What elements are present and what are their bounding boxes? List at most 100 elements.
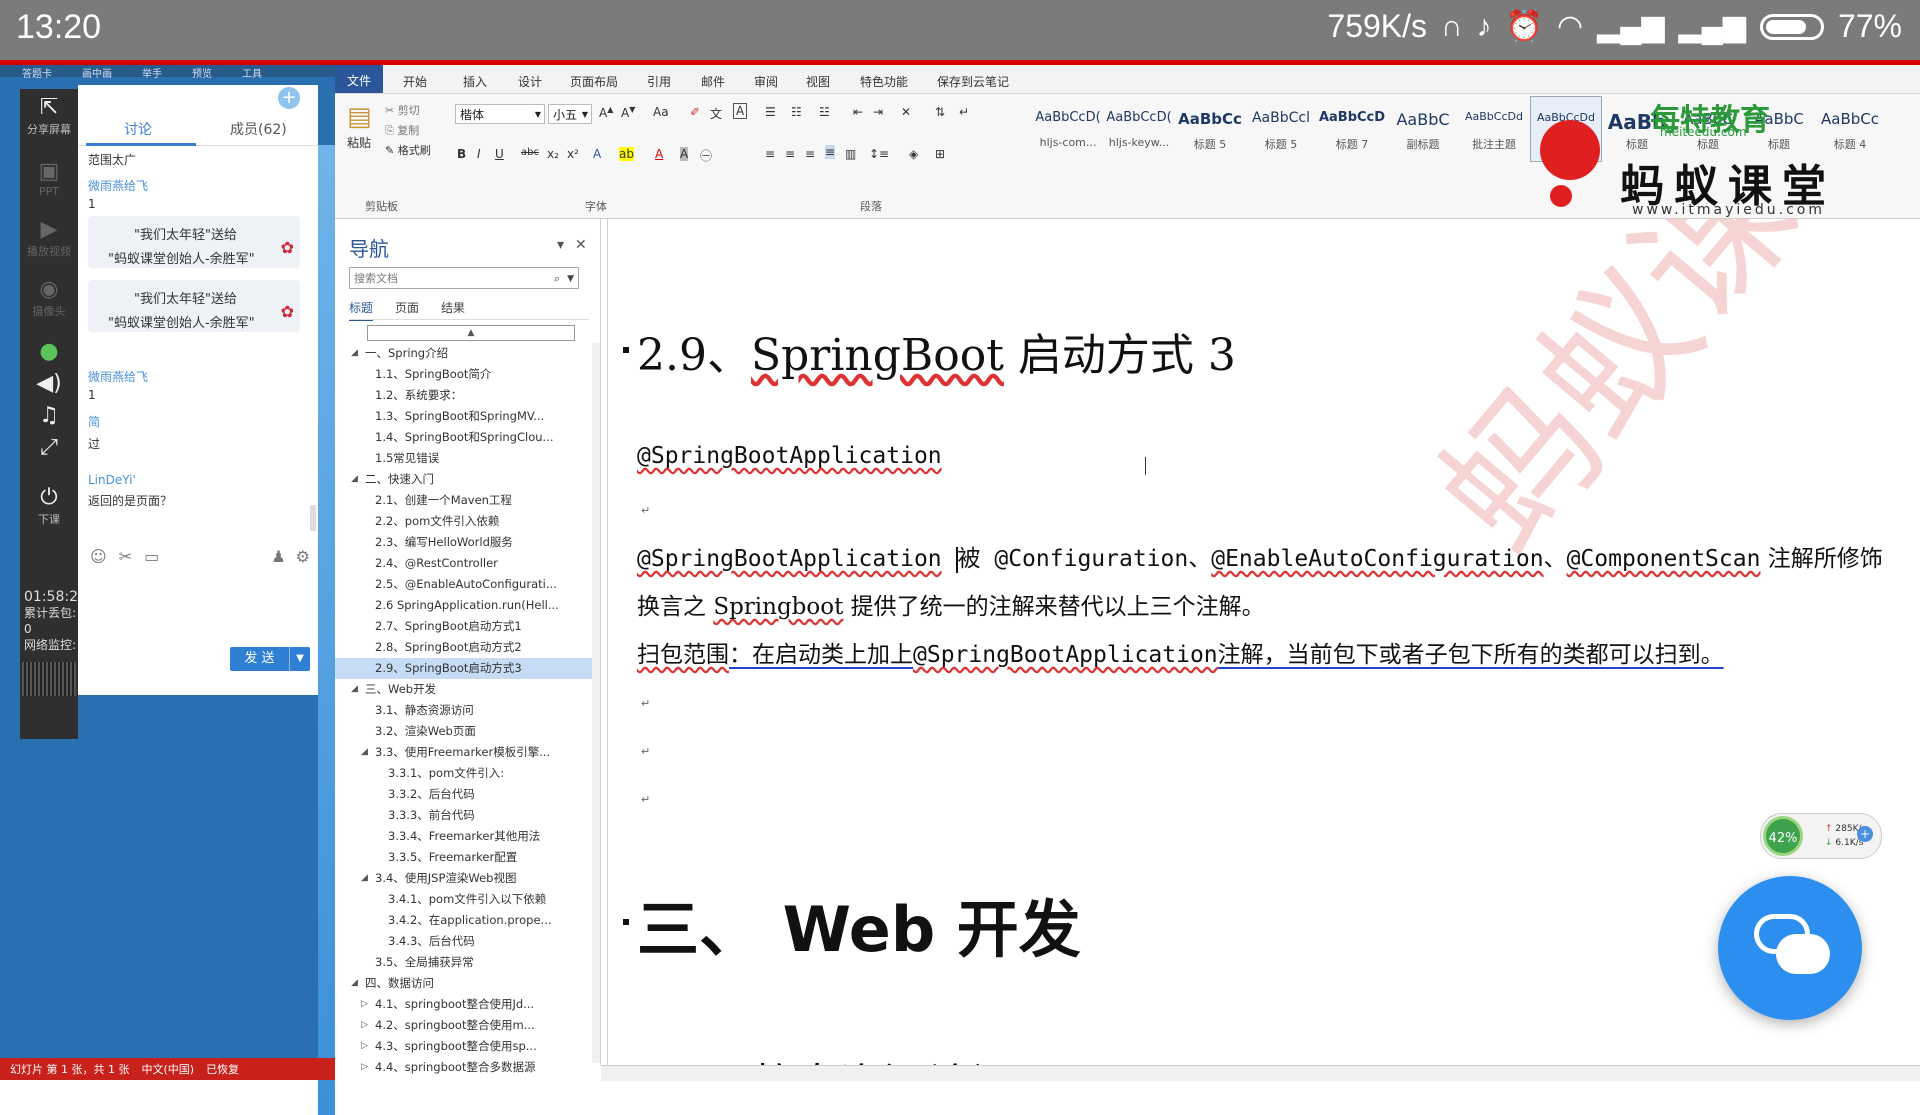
style-item[interactable]: AaBbCcD(hljs-keyw...	[1104, 96, 1175, 160]
tab-review[interactable]: 审阅	[754, 73, 778, 90]
highlight-icon[interactable]: ab	[619, 147, 634, 161]
align-left-icon[interactable]: ≡	[765, 147, 775, 161]
nav-item[interactable]: 3.1、静态资源访问	[335, 700, 600, 721]
font-size-select[interactable]: 小五 ▼	[548, 104, 592, 124]
collapse-icon[interactable]: ◢	[361, 742, 368, 763]
nav-item[interactable]: 2.7、SpringBoot启动方式1	[335, 616, 600, 637]
tab-design[interactable]: 设计	[518, 73, 542, 90]
chat-scrollbar[interactable]	[310, 505, 316, 531]
strikethrough-button[interactable]: abc	[521, 147, 539, 158]
style-item[interactable]: AaBbCcD(hljs-com...	[1033, 96, 1104, 160]
end-class-button[interactable]: ⏻ 下课	[20, 485, 78, 527]
nav-item[interactable]: 1.1、SpringBoot简介	[335, 364, 600, 385]
collapse-icon[interactable]: ◢	[351, 973, 358, 994]
enclose-char-icon[interactable]: ㊀	[700, 147, 712, 164]
tab-features[interactable]: 特色功能	[860, 73, 908, 90]
nav-item[interactable]: 3.4.2、在application.prope...	[335, 910, 600, 931]
nav-item[interactable]: 2.4、@RestController	[335, 553, 600, 574]
tab-headings[interactable]: 标题	[349, 299, 374, 321]
nav-scrollbar[interactable]	[592, 343, 600, 1063]
style-item[interactable]: AaBbCcl 标题 5	[1246, 96, 1317, 160]
collapse-icon[interactable]: ◢	[351, 469, 358, 490]
mic-button[interactable]: ●	[20, 339, 78, 365]
grow-font-icon[interactable]: A▲	[599, 105, 613, 120]
menu-item[interactable]: 画中画	[82, 65, 112, 80]
play-video-button[interactable]: ▶ 播放视频	[20, 217, 78, 259]
nav-item[interactable]: 1.3、SpringBoot和SpringMV...	[335, 406, 600, 427]
bold-button[interactable]: B	[457, 147, 466, 161]
format-painter-button[interactable]: ✎ 格式刷	[385, 142, 431, 158]
distributed-icon[interactable]: ▥	[845, 147, 856, 161]
superscript-button[interactable]: x²	[567, 147, 579, 161]
style-item[interactable]: AaBbCc 标题 5	[1175, 96, 1246, 160]
nav-item[interactable]: 3.4.3、后台代码	[335, 931, 600, 952]
nav-item[interactable]: 3.4.1、pom文件引入以下依赖	[335, 889, 600, 910]
users-icon[interactable]: ♟	[271, 547, 285, 566]
decrease-indent-icon[interactable]: ⇤	[853, 105, 863, 119]
scissors-icon[interactable]: ✂	[119, 547, 132, 566]
nav-item[interactable]: 2.6 SpringApplication.run(Hell...	[335, 595, 600, 616]
copy-button[interactable]: ⎘ 复制	[385, 122, 419, 138]
chinese-layout-icon[interactable]: ✕	[901, 105, 911, 119]
paste-label[interactable]: 粘贴	[347, 134, 371, 151]
send-button[interactable]: 发 送 ▼	[230, 647, 310, 671]
nav-item[interactable]: ▷ 4.1、springboot整合使用Jd...	[335, 994, 600, 1015]
tab-results[interactable]: 结果	[441, 299, 465, 316]
char-border-icon[interactable]: A	[733, 103, 748, 119]
subscript-button[interactable]: x₂	[547, 147, 559, 161]
line-spacing-icon[interactable]: ↕≡	[869, 147, 889, 161]
floating-chat-button[interactable]	[1718, 876, 1862, 1020]
chevron-down-icon[interactable]: ▾	[557, 237, 564, 253]
sort-icon[interactable]: ⇅	[935, 105, 945, 119]
nav-item[interactable]: 2.1、创建一个Maven工程	[335, 490, 600, 511]
style-item[interactable]: AaBbCcD 标题 7	[1317, 96, 1388, 160]
camera-button[interactable]: ◉ 摄像头	[20, 277, 78, 319]
tab-insert[interactable]: 插入	[463, 73, 487, 90]
tab-view[interactable]: 视图	[806, 73, 830, 90]
emoji-icon[interactable]: ☺	[90, 547, 107, 566]
justify-icon[interactable]: ≡	[825, 145, 836, 159]
nav-item[interactable]: 3.3.5、Freemarker配置	[335, 847, 600, 868]
tab-members[interactable]: 成员(62)	[230, 119, 287, 139]
speaker-button[interactable]: ◀)	[20, 371, 78, 397]
phonetic-icon[interactable]: 文	[710, 105, 722, 122]
nav-item[interactable]: ◢ 3.4、使用JSP渲染Web视图	[335, 868, 600, 889]
music-button[interactable]: ♫	[20, 403, 78, 429]
tab-references[interactable]: 引用	[647, 73, 671, 90]
settings-icon[interactable]: ⚙	[296, 547, 310, 566]
ppt-button[interactable]: ▣ PPT	[20, 159, 78, 198]
nav-item[interactable]: 2.5、@EnableAutoConfigurati...	[335, 574, 600, 595]
scroll-up-button[interactable]: ▲	[367, 325, 575, 341]
menu-item[interactable]: 预览	[192, 65, 212, 80]
change-case-icon[interactable]: Aa	[653, 105, 669, 119]
nav-item[interactable]: 1.5常见错误	[335, 448, 600, 469]
tab-cloud-notes[interactable]: 保存到云笔记	[937, 73, 1009, 90]
paste-icon[interactable]: ▤	[347, 102, 372, 132]
tab-mailings[interactable]: 邮件	[701, 73, 725, 90]
borders-icon[interactable]: ⊞	[935, 147, 945, 161]
nav-item[interactable]: ◢ 二、快速入门	[335, 469, 600, 490]
tab-discussion[interactable]: 讨论	[124, 119, 152, 139]
nav-item[interactable]: 1.2、系统要求：	[335, 385, 600, 406]
nav-item[interactable]: 2.3、编写HelloWorld服务	[335, 532, 600, 553]
nav-item[interactable]: 3.3.4、Freemarker其他用法	[335, 826, 600, 847]
cut-button[interactable]: ✂ 剪切	[385, 102, 420, 118]
style-item[interactable]: AaBbCcDd 批注主题	[1459, 96, 1530, 160]
menu-item[interactable]: 工具	[242, 65, 262, 80]
nav-item[interactable]: 2.8、SpringBoot启动方式2	[335, 637, 600, 658]
bullets-icon[interactable]: ☰	[765, 105, 776, 119]
network-speed-widget[interactable]: 42% ↑ 285K/s ↓ 6.1K/s +	[1760, 813, 1882, 859]
plus-icon[interactable]: +	[1857, 826, 1873, 842]
chevron-down-icon[interactable]: ▼	[289, 647, 310, 671]
italic-button[interactable]: I	[477, 147, 481, 161]
nav-item[interactable]: ◢ 3.3、使用Freemarker模板引擎...	[335, 742, 600, 763]
tab-pages[interactable]: 页面	[395, 299, 419, 316]
show-marks-icon[interactable]: ↵	[959, 105, 969, 119]
collapse-icon[interactable]: ◢	[361, 868, 368, 889]
tab-file[interactable]: 文件	[335, 65, 384, 93]
image-icon[interactable]: ▭	[144, 547, 159, 566]
underline-button[interactable]: U	[495, 147, 504, 161]
add-icon[interactable]: +	[278, 87, 300, 109]
text-effects-icon[interactable]: A	[593, 147, 601, 161]
chevron-down-icon[interactable]: ▼	[567, 268, 574, 290]
